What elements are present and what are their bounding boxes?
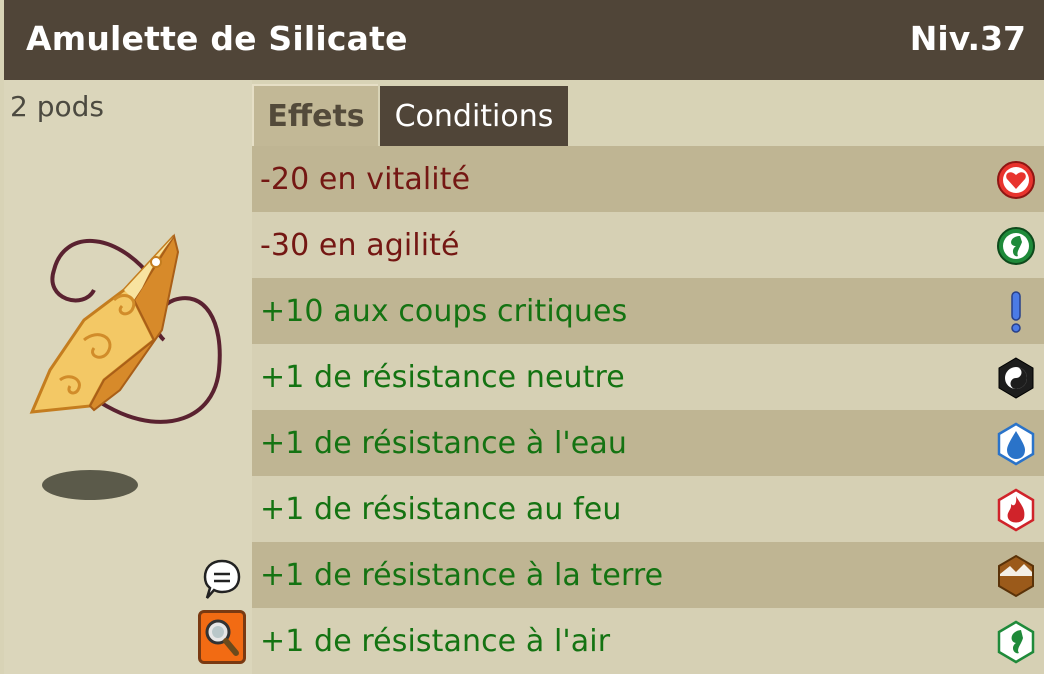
effect-text: -30 en agilité (260, 227, 460, 263)
magnifier-icon (205, 619, 239, 656)
tab-conditions[interactable]: Conditions (380, 86, 568, 146)
item-tabs: Effets Conditions (252, 84, 1044, 146)
agility-icon (997, 227, 1035, 265)
item-weight: 2 pods (10, 90, 104, 123)
item-shadow (42, 470, 138, 500)
item-header: Amulette de Silicate Niv.37 (4, 0, 1044, 80)
amulet-image (29, 233, 222, 424)
fire-element-icon (997, 488, 1035, 532)
effect-text: +1 de résistance au feu (260, 491, 622, 527)
effect-row: +10 aux coups critiques (252, 278, 1044, 344)
effect-row: +1 de résistance au feu (252, 476, 1044, 542)
effect-row: +1 de résistance à la terre (252, 542, 1044, 608)
effect-text: +10 aux coups critiques (260, 293, 628, 329)
tab-effects[interactable]: Effets (252, 84, 378, 146)
critical-exclamation-icon (1011, 291, 1021, 333)
air-element-icon (997, 620, 1035, 664)
effect-row: -30 en agilité (252, 212, 1044, 278)
effect-row: +1 de résistance neutre (252, 344, 1044, 410)
effects-list: -20 en vitalité -30 en agilité +10 aux c… (252, 146, 1044, 674)
effect-text: -20 en vitalité (260, 161, 471, 197)
effect-row: +1 de résistance à l'eau (252, 410, 1044, 476)
item-level: Niv.37 (909, 19, 1026, 58)
water-element-icon (997, 422, 1035, 466)
neutral-element-icon (998, 357, 1034, 399)
effect-row: +1 de résistance à l'air (252, 608, 1044, 674)
effect-text: +1 de résistance à la terre (260, 557, 664, 593)
earth-element-icon (998, 554, 1034, 598)
effect-text: +1 de résistance à l'eau (260, 425, 627, 461)
chat-icon[interactable] (202, 558, 242, 602)
effect-text: +1 de résistance neutre (260, 359, 625, 395)
vitality-heart-icon (997, 161, 1035, 199)
item-preview-panel: 2 pods (4, 80, 252, 674)
effect-text: +1 de résistance à l'air (260, 623, 611, 659)
magnifier-search-button[interactable] (198, 610, 246, 664)
item-name: Amulette de Silicate (26, 19, 408, 58)
effect-row: -20 en vitalité (252, 146, 1044, 212)
